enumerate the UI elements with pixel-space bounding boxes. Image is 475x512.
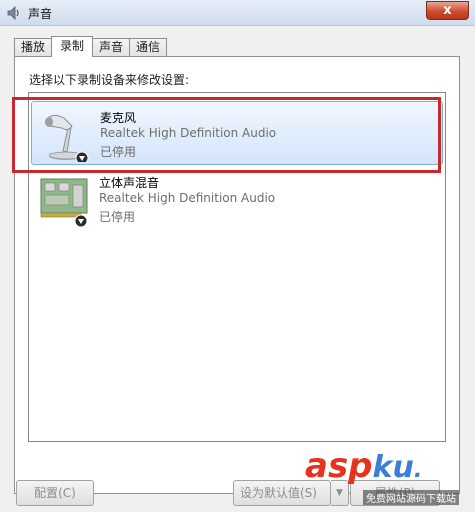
configure-button[interactable]: 配置(C)	[16, 480, 94, 506]
tab-strip: 播放 录制 声音 通信	[14, 36, 168, 57]
instruction-text: 选择以下录制设备来修改设置:	[29, 73, 190, 87]
title-bar: 声音 x	[0, 0, 475, 26]
highlight-box	[12, 97, 441, 173]
watermark-logo: aspku. 免费网站源码下载站	[303, 446, 473, 510]
device-status: 已停用	[99, 210, 136, 224]
dialog-body: 播放 录制 声音 通信 选择以下录制设备来修改设置: 麦克风 Realtek H…	[0, 26, 475, 512]
window-title: 声音	[28, 7, 53, 21]
device-item-stereo-mix[interactable]: 立体声混音 Realtek High Definition Audio 已停用	[31, 167, 443, 231]
tab-recording[interactable]: 录制	[51, 36, 94, 57]
speaker-icon	[7, 6, 19, 20]
tab-sounds[interactable]: 声音	[92, 38, 131, 56]
watermark-subtitle: 免费网站源码下载站	[363, 490, 459, 505]
sound-card-icon	[40, 178, 88, 227]
tab-communications[interactable]: 通信	[129, 38, 168, 56]
device-name: 立体声混音	[99, 176, 160, 190]
close-button[interactable]: x	[426, 1, 469, 20]
device-driver: Realtek High Definition Audio	[99, 191, 276, 205]
watermark-text: aspku.	[305, 446, 423, 486]
tab-playback[interactable]: 播放	[14, 38, 53, 56]
